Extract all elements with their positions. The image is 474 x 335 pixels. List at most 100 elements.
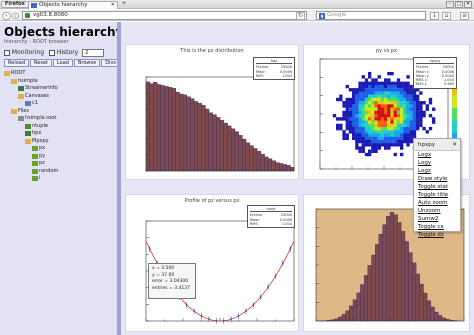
heatmap-cell (416, 120, 420, 124)
history-checkbox[interactable] (48, 49, 55, 56)
heatmap-cell (374, 130, 378, 134)
tree-node[interactable]: Mpxpy (4, 138, 114, 146)
close-window-icon[interactable]: ✕ (464, 1, 472, 8)
heatmap-cell (355, 136, 359, 141)
context-menu-item[interactable]: Auto zoom (414, 199, 460, 207)
heatmap-cell (380, 81, 385, 86)
heatmap-cell (361, 117, 365, 121)
context-menu-item[interactable]: Logz (414, 167, 460, 175)
heatmap-cell (390, 91, 394, 95)
tree-node-label: hsimple.root (25, 115, 57, 121)
context-menu-item[interactable]: Logx (414, 151, 460, 159)
reset-link[interactable]: Reset (30, 59, 52, 67)
tree-node[interactable]: c1 (4, 100, 114, 108)
monitoring-checkbox[interactable] (4, 49, 10, 56)
close-tab-icon[interactable]: ✕ (111, 2, 115, 9)
context-menu-item[interactable]: Toggle stat (414, 183, 460, 191)
download-icon[interactable]: ↓ (430, 12, 439, 20)
hierarchy-panel: Objects hierarchy hierarchy - ROOT brows… (0, 22, 123, 335)
context-menu-item[interactable]: Toggle cx (414, 223, 460, 231)
tree-node[interactable]: random (4, 168, 114, 176)
heatmap-cell (352, 88, 356, 92)
back-icon[interactable]: ‹ (2, 12, 11, 20)
tab-objects-hierarchy[interactable]: Objects hierarchy ✕ (28, 1, 118, 9)
heatmap-cell (400, 143, 404, 147)
maximize-icon[interactable]: □ (455, 1, 463, 8)
tree-node[interactable]: Canvases (4, 93, 114, 101)
stats-box[interactable]: hpx Entries 25000 Mean 0.0046 RMS 1.004 (253, 57, 295, 81)
load-link[interactable]: Load (52, 59, 73, 67)
context-menu-item[interactable]: Logy (414, 159, 460, 167)
minimize-icon[interactable]: – (446, 1, 454, 8)
tree-node[interactable]: hsimple.root (4, 115, 114, 123)
heatmap-cell (419, 114, 423, 118)
heatmap-cell (412, 126, 417, 131)
context-menu-item[interactable]: Unzoom (414, 207, 460, 215)
heatmap-cell (377, 136, 381, 141)
heatmap-cell (384, 146, 388, 150)
heatmap-cell (371, 107, 375, 111)
heatmap-cell (339, 94, 343, 98)
browse-link[interactable]: Browse (73, 59, 101, 67)
heatmap-cell (345, 133, 349, 137)
delay-input[interactable]: 2 (82, 48, 105, 57)
menu-icon[interactable]: ≡ (460, 12, 469, 20)
reload-link[interactable]: Reload (4, 59, 30, 67)
context-menu-item[interactable]: Draw style (414, 175, 460, 183)
tree-node[interactable]: hsimple (4, 78, 114, 86)
tree-node[interactable]: Files (4, 108, 114, 116)
histogram-bar (356, 292, 361, 322)
heatmap-cell (412, 110, 417, 115)
url-input[interactable]: vg03.8.8080 (22, 11, 307, 20)
tree-node[interactable]: py (4, 153, 114, 161)
tree-node[interactable]: ntuple (4, 123, 114, 131)
heatmap-cell (352, 114, 356, 118)
histogram-bar (249, 145, 254, 172)
context-menu-item[interactable]: Toggle dz (414, 231, 460, 239)
heatmap-cell (364, 88, 369, 92)
close-icon[interactable]: ✕ (452, 139, 457, 151)
histogram-bar (412, 262, 417, 322)
search-input[interactable]: g Google (316, 11, 426, 20)
heatmap-cell (390, 94, 394, 98)
pad-px-histogram[interactable]: This is the px distribution hpx Entries 2… (125, 44, 299, 180)
heatmap-cell (384, 123, 388, 128)
tree-node[interactable]: pz (4, 160, 114, 168)
new-tab-icon[interactable]: + (120, 1, 128, 8)
heatmap-cell (425, 104, 429, 108)
pad-title: This is the px distribution (180, 48, 244, 54)
heatmap-cell (368, 126, 372, 131)
heatmap-cell (358, 110, 362, 115)
tree-node[interactable]: i (4, 175, 114, 183)
histogram-bar (197, 103, 202, 172)
heatmap-cell (361, 120, 365, 124)
histogram-bar (260, 153, 265, 172)
stats-box[interactable]: hprof Entries 25000 Mean 0.0046 RMS 1.004 (247, 205, 295, 229)
firefox-menu-button[interactable]: Firefox (1, 1, 29, 8)
heatmap-cell (368, 107, 372, 111)
heatmap-cell (377, 75, 381, 79)
tree-node[interactable]: StreamerInfo (4, 85, 114, 93)
heatmap-cell (368, 133, 372, 137)
heatmap-cell (368, 139, 372, 144)
reload-icon[interactable]: ↻ (296, 12, 305, 20)
tree-node[interactable]: px (4, 145, 114, 153)
histogram-bar (219, 120, 225, 172)
histogram-bar (375, 244, 380, 322)
histogram-bar (393, 214, 398, 322)
heatmap-cell (409, 107, 413, 111)
heatmap-cell (396, 143, 401, 147)
context-menu-item[interactable]: Toggle title (414, 191, 460, 199)
stats-box[interactable]: hpxpy Entries 25000 Mean x 0.0046 Mean y -0… (413, 57, 457, 89)
tree-node[interactable]: hpx (4, 130, 114, 138)
histogram-bar (397, 222, 402, 322)
tree-node[interactable]: ROOT (4, 70, 114, 78)
home-icon[interactable]: ⌂ (442, 12, 451, 20)
forward-icon[interactable]: › (12, 13, 19, 20)
heatmap-cell (384, 136, 388, 141)
histogram-bar (286, 165, 291, 172)
pad-profile[interactable]: Profile of pz versus px hprof Entries 250… (125, 194, 299, 332)
profile-point (252, 304, 255, 306)
site-identity-icon[interactable] (25, 13, 30, 18)
context-menu-item[interactable]: Sumw2 (414, 215, 460, 223)
